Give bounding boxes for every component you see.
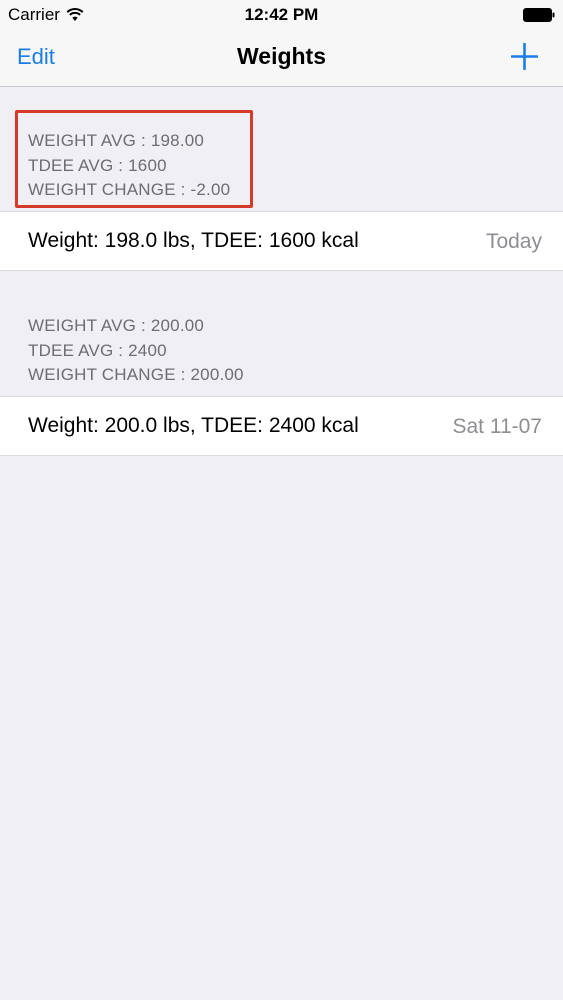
table-row[interactable]: Weight: 198.0 lbs, TDEE: 1600 kcal Today [0,211,563,271]
plus-icon[interactable] [511,43,538,70]
weight-change-label: WEIGHT CHANGE : 200.00 [28,365,244,384]
status-time: 12:42 PM [244,5,319,24]
section-header-2: WEIGHT AVG : 200.00 TDEE AVG : 2400 WEIG… [28,314,244,388]
row-title: Weight: 200.0 lbs, TDEE: 2400 kcal [28,414,359,437]
battery-icon [523,8,555,22]
weight-change-label: WEIGHT CHANGE : -2.00 [28,180,231,199]
tdee-avg-label: TDEE AVG : 1600 [28,155,167,175]
table-row[interactable]: Weight: 200.0 lbs, TDEE: 2400 kcal Sat 1… [0,396,563,456]
row-title: Weight: 198.0 lbs, TDEE: 1600 kcal [28,229,359,252]
weight-avg-label: WEIGHT AVG : 200.00 [28,316,205,335]
page-title: Weights [236,43,327,69]
section-header-1: WEIGHT AVG : 198.00 TDEE AVG : 1600 WEIG… [28,129,230,203]
status-bar: Carrier 12:42 PM [0,0,563,30]
row-date: Today [485,230,542,253]
row-date: Sat 11-07 [452,415,542,438]
weight-avg-label: WEIGHT AVG : 198.00 [28,131,205,150]
navigation-bar: Edit Weights [0,30,563,87]
tdee-avg-label: TDEE AVG : 2400 [28,340,167,360]
